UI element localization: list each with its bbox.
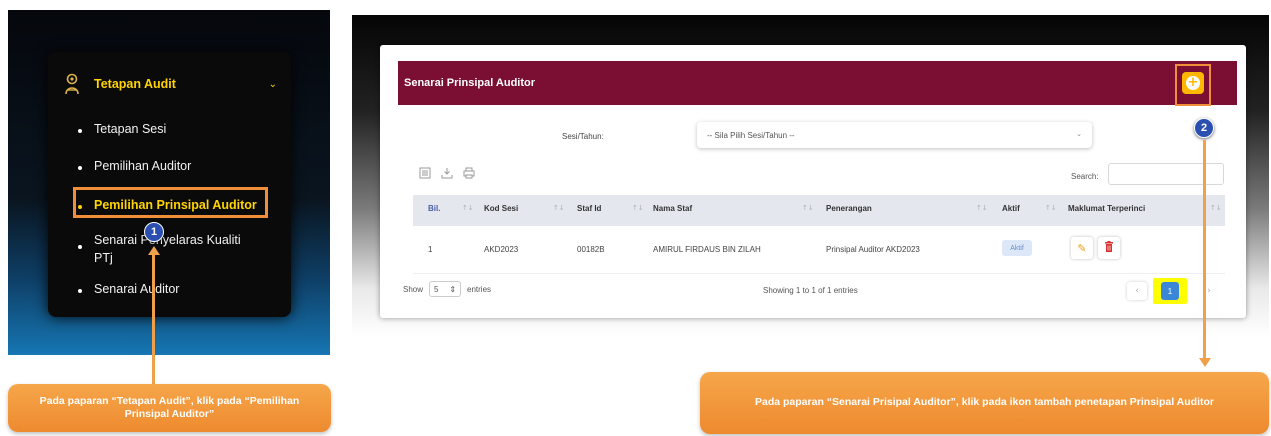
edit-button[interactable]: ✎ [1071, 237, 1093, 259]
trash-icon [1104, 241, 1114, 255]
show-label: Show [403, 284, 424, 294]
cell-nama-staf: AMIRUL FIRDAUS BIN ZILAH [653, 245, 761, 254]
sort-icon: ↑↓ [1210, 204, 1222, 212]
bullet-icon [78, 245, 82, 249]
filter-label: Sesi/Tahun: [562, 132, 604, 141]
step-badge-2: 2 [1194, 118, 1214, 138]
chevron-right-icon: › [1207, 286, 1211, 296]
table-view-icon[interactable] [418, 166, 432, 180]
page-length-select[interactable]: 5 ⇕ [429, 281, 462, 297]
cell-bil: 1 [428, 245, 433, 254]
sort-icon: ↑↓ [976, 204, 988, 212]
pencil-icon: ✎ [1077, 241, 1087, 255]
pagination-prev[interactable]: ‹ [1127, 282, 1147, 300]
column-header-maklumat[interactable]: Maklumat Terperinci [1068, 204, 1145, 213]
menu-group-tetapan-audit[interactable]: Tetapan Audit ⌄ [62, 70, 277, 98]
menu-item-label: Senarai Auditor [94, 282, 180, 296]
cell-penerangan: Prinsipal Auditor AKD2023 [826, 245, 920, 254]
column-header-staf-id[interactable]: Staf Id [577, 204, 601, 213]
page-length-value: 5 [434, 284, 439, 294]
arrow-head-down [1199, 358, 1211, 367]
entries-label: entries [467, 284, 492, 294]
cell-kod-sesi: AKD2023 [484, 245, 519, 254]
menu-group-label: Tetapan Audit [94, 77, 176, 91]
highlight-box-menu-item [73, 187, 268, 218]
menu-item-label: Senarai Penyelaras Kualiti PTj [94, 232, 241, 267]
menu-item-senarai-auditor[interactable]: Senarai Auditor [78, 282, 179, 296]
pagination-current[interactable]: 1 [1161, 282, 1179, 300]
column-header-nama-staf[interactable]: Nama Staf [653, 204, 692, 213]
chevron-down-icon: ⌄ [268, 78, 277, 90]
menu-item-label: Pemilihan Auditor [94, 159, 192, 173]
callout-left: Pada paparan “Tetapan Audit”, klik pada … [8, 384, 331, 432]
audit-gear-icon [62, 72, 82, 96]
arrow-line-right [1203, 140, 1206, 360]
step-badge-1: 1 [144, 222, 164, 242]
sort-icon: ↑↓ [632, 204, 644, 212]
delete-button[interactable] [1098, 237, 1120, 259]
panel-title: Senarai Prinsipal Auditor [404, 77, 536, 89]
column-header-kod-sesi[interactable]: Kod Sesi [484, 204, 518, 213]
sidebar-menu: Tetapan Audit ⌄ Tetapan Sesi Pemilihan A… [48, 52, 291, 317]
sort-icon: ↑↓ [802, 204, 814, 212]
callout-right: Pada paparan “Senarai Prisipal Auditor”,… [700, 372, 1269, 434]
table-info: Showing 1 to 1 of 1 entries [763, 286, 858, 295]
arrow-line-left [152, 254, 155, 384]
up-down-icon: ⇕ [449, 284, 457, 294]
sort-icon: ↑↓ [462, 204, 474, 212]
menu-item-tetapan-sesi[interactable]: Tetapan Sesi [78, 122, 166, 136]
search-label: Search: [1071, 172, 1099, 181]
chevron-down-icon: ⌄ [1076, 131, 1082, 138]
print-icon[interactable] [462, 166, 476, 180]
menu-item-label-line2: PTj [94, 250, 113, 265]
menu-item-label: Tetapan Sesi [94, 122, 167, 136]
chevron-left-icon: ‹ [1135, 286, 1139, 296]
menu-item-pemilihan-auditor[interactable]: Pemilihan Auditor [78, 159, 191, 173]
pagination-next[interactable]: › [1199, 282, 1219, 300]
tutorial-canvas: Tetapan Audit ⌄ Tetapan Sesi Pemilihan A… [0, 0, 1271, 436]
bullet-icon [78, 129, 82, 133]
column-header-aktif[interactable]: Aktif [1002, 204, 1020, 213]
download-icon[interactable] [440, 166, 454, 180]
export-toolbar [418, 166, 476, 180]
sesi-tahun-select[interactable]: -- Sila Pilih Sesi/Tahun -- ⌄ [697, 122, 1092, 148]
highlight-box-add-button [1175, 64, 1211, 106]
column-header-bil[interactable]: Bil. [428, 204, 440, 213]
sort-icon: ↑↓ [553, 204, 565, 212]
column-header-penerangan[interactable]: Penerangan [826, 204, 872, 213]
search-input[interactable] [1108, 163, 1224, 185]
bullet-icon [78, 166, 82, 170]
cell-staf-id: 00182B [577, 245, 605, 254]
bullet-icon [78, 289, 82, 293]
select-placeholder: -- Sila Pilih Sesi/Tahun -- [707, 130, 795, 140]
page-length-control: Show 5 ⇕ entries [403, 281, 491, 297]
status-badge: Aktif [1002, 240, 1032, 256]
sort-icon: ↑↓ [1045, 204, 1057, 212]
menu-item-label-line1: Senarai Penyelaras Kualiti [94, 233, 241, 247]
